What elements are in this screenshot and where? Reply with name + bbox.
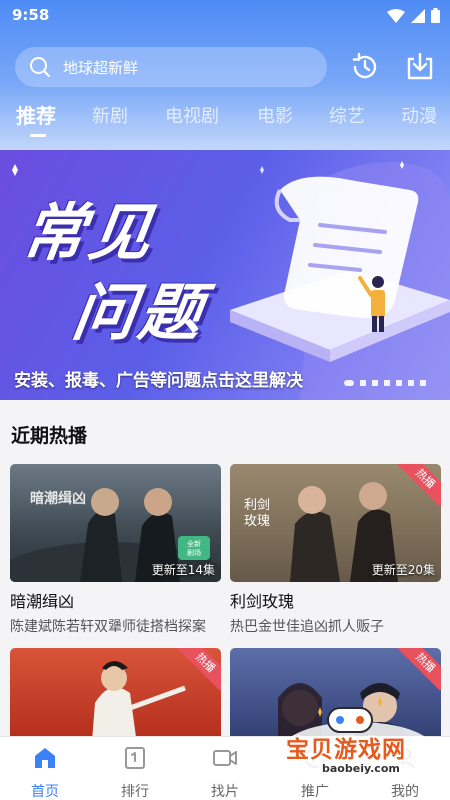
- search-bar[interactable]: 地球超新鲜: [15, 47, 327, 87]
- poster-title-text: 暗潮缉凶: [30, 491, 86, 507]
- nav-home[interactable]: 首页: [15, 745, 75, 800]
- tab-variety[interactable]: 综艺: [329, 102, 365, 128]
- watermark: 宝贝游戏网 baobeiy.com: [278, 690, 440, 786]
- active-tab-indicator: [30, 134, 46, 137]
- drama-card[interactable]: 利剑 玫瑰 热播 更新至20集 利剑玫瑰 热巴金世佳追凶抓人贩子: [230, 464, 441, 636]
- category-tabs: 推荐 新剧 电视剧 电影 综艺 动漫: [0, 100, 450, 140]
- poster-title-text: 利剑 玫瑰: [244, 498, 271, 529]
- home-icon: [35, 748, 55, 768]
- drama-poster[interactable]: 暗潮缉凶 全新 剧场 更新至14集: [10, 464, 221, 582]
- status-time: 9:58: [12, 6, 50, 24]
- drama-subtitle: 陈建斌陈若轩双犟师徒搭档探案: [10, 619, 206, 635]
- tab-new-drama[interactable]: 新剧: [92, 102, 128, 128]
- nav-ranking[interactable]: 排行: [105, 745, 165, 800]
- section-title-recent-hot: 近期热播: [11, 425, 88, 447]
- tab-recommend[interactable]: 推荐: [16, 100, 56, 129]
- drama-subtitle: 热巴金世佳追凶抓人贩子: [230, 619, 384, 635]
- nav-label: 首页: [31, 784, 59, 800]
- tab-movies[interactable]: 电影: [257, 102, 293, 128]
- status-icons: [387, 8, 440, 23]
- watermark-text: 宝贝游戏网: [286, 737, 406, 763]
- drama-title: 暗潮缉凶: [10, 592, 75, 611]
- drama-card[interactable]: 暗潮缉凶 全新 剧场 更新至14集 暗潮缉凶 陈建斌陈若轩双犟师徒搭档探案: [10, 464, 221, 636]
- carousel-dot[interactable]: [344, 380, 354, 386]
- battery-icon: [431, 8, 440, 23]
- history-icon: [352, 52, 377, 79]
- carousel-dot[interactable]: [384, 380, 390, 386]
- search-icon: [30, 57, 51, 78]
- video-camera-icon: [213, 750, 237, 766]
- carousel-dot[interactable]: [408, 380, 414, 386]
- episode-count: 更新至20集: [371, 563, 435, 577]
- wifi-icon: [387, 8, 405, 23]
- carousel-dot[interactable]: [420, 380, 426, 386]
- drama-title: 利剑玫瑰: [230, 592, 295, 611]
- signal-icon: [411, 8, 425, 23]
- watermark-url: baobeiy.com: [318, 762, 404, 775]
- history-button[interactable]: [349, 51, 381, 83]
- nav-label: 排行: [121, 784, 149, 800]
- nav-find[interactable]: 找片: [195, 745, 255, 800]
- drama-poster[interactable]: 利剑 玫瑰 热播 更新至20集: [230, 464, 441, 582]
- ranking-icon: [125, 747, 145, 769]
- download-button[interactable]: [404, 51, 436, 83]
- poster-badge: 全新 剧场: [187, 540, 201, 557]
- faq-banner[interactable]: 常见 问题 安装、报毒、广告等问题点击这里解决: [0, 150, 450, 400]
- tab-anime[interactable]: 动漫: [401, 102, 437, 128]
- status-bar: 9:58: [0, 0, 450, 32]
- carousel-dot[interactable]: [372, 380, 378, 386]
- carousel-dot[interactable]: [396, 380, 402, 386]
- search-placeholder: 地球超新鲜: [63, 58, 139, 77]
- carousel-indicators: [344, 380, 426, 386]
- banner-caption: 安装、报毒、广告等问题点击这里解决: [14, 371, 303, 391]
- carousel-dot[interactable]: [360, 380, 366, 386]
- banner-title-line1: 常见: [18, 196, 161, 269]
- nav-label: 找片: [211, 784, 239, 800]
- banner-title-line2: 问题: [68, 276, 211, 349]
- download-icon: [407, 52, 433, 80]
- episode-count: 更新至14集: [151, 563, 215, 577]
- tab-tv-series[interactable]: 电视剧: [165, 102, 219, 128]
